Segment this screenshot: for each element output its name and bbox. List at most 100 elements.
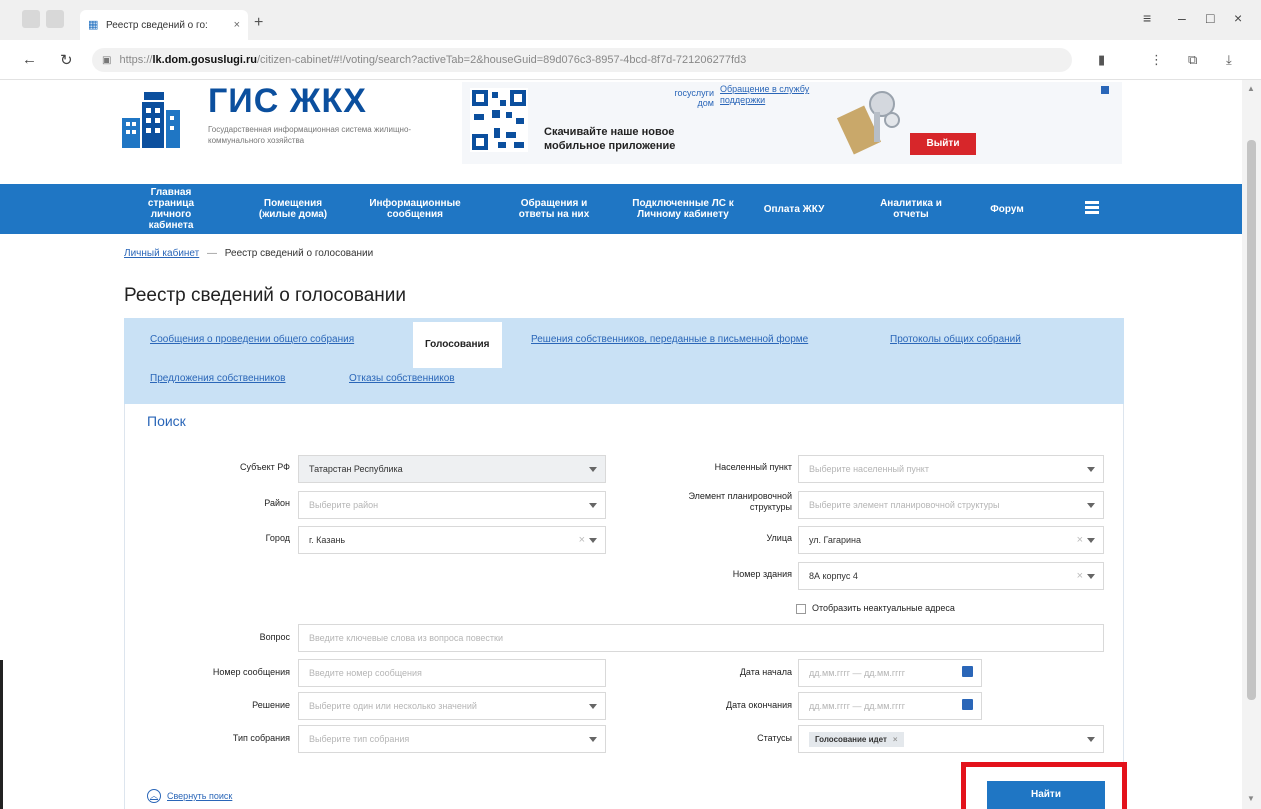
support-link[interactable]: Обращение в службу поддержки — [720, 84, 850, 106]
meeting-type-placeholder: Выберите тип собрания — [309, 734, 410, 744]
remove-chip-icon[interactable]: × — [893, 735, 898, 744]
status-chip-label: Голосование идет — [815, 734, 887, 744]
url-prefix: https:// — [119, 54, 153, 66]
chevron-down-icon — [1087, 737, 1095, 742]
chevron-down-icon — [589, 704, 597, 709]
nav-home[interactable]: Главная страница личного кабинета — [146, 184, 196, 234]
tab-protocols[interactable]: Протоколы общих собраний — [890, 334, 1021, 345]
status-select[interactable]: Голосование идет × — [798, 725, 1104, 753]
collapse-search-link[interactable]: ︿ Свернуть поиск — [147, 789, 232, 803]
msg-number-input[interactable]: Введите номер сообщения — [298, 659, 606, 687]
calendar-icon[interactable] — [962, 666, 973, 677]
planning-select[interactable]: Выберите элемент планировочной структуры — [798, 491, 1104, 519]
decision-select[interactable]: Выберите один или несколько значений — [298, 692, 606, 720]
tab-written-decisions[interactable]: Решения собственников, переданные в пись… — [531, 334, 808, 345]
locality-select[interactable]: Выберите населенный пункт — [798, 455, 1104, 483]
msg-number-label: Номер сообщения — [212, 667, 290, 677]
url-field[interactable]: ▣ https:// lk.dom.gosuslugi.ru /citizen-… — [92, 48, 1072, 72]
breadcrumb-root[interactable]: Личный кабинет — [124, 248, 199, 259]
locality-placeholder: Выберите населенный пункт — [809, 464, 929, 474]
street-label: Улица — [766, 533, 792, 543]
url-path: /citizen-cabinet/#!/voting/search?active… — [257, 54, 747, 66]
show-irrelevant-checkbox[interactable] — [796, 604, 806, 614]
gosuslugi-dom-logo[interactable]: госуслуги дом — [666, 88, 714, 108]
window-edge — [0, 660, 3, 809]
chevron-down-icon — [1087, 574, 1095, 579]
subject-value: Татарстан Республика — [309, 464, 403, 474]
start-date-label: Дата начала — [739, 667, 792, 677]
city-select[interactable]: г. Казань × — [298, 526, 606, 554]
scroll-down-icon[interactable]: ▼ — [1247, 794, 1255, 803]
page-scrollbar[interactable]: ▲ ▼ — [1242, 80, 1261, 809]
close-tab-icon[interactable]: × — [234, 19, 240, 31]
menu-dots-icon[interactable]: ⋮ — [1150, 52, 1163, 68]
start-date-input[interactable]: дд.мм.гггг — дд.мм.гггг — [798, 659, 982, 687]
registry-tabs — [124, 318, 1124, 404]
building-select[interactable]: 8А корпус 4 × — [798, 562, 1104, 590]
scroll-up-icon[interactable]: ▲ — [1247, 84, 1255, 93]
meeting-type-label: Тип собрания — [232, 733, 290, 743]
logout-button[interactable]: Выйти — [910, 133, 976, 155]
nav-analytics[interactable]: Аналитика и отчеты — [866, 184, 956, 234]
tab-owner-refusals[interactable]: Отказы собственников — [349, 373, 455, 384]
tab-actions-icon[interactable] — [22, 10, 40, 28]
close-window-icon[interactable]: × — [1234, 10, 1242, 26]
nav-appeals[interactable]: Обращения и ответы на них — [510, 184, 598, 234]
reader-icon[interactable]: ⧉ — [1188, 52, 1197, 68]
street-value: ул. Гагарина — [809, 535, 862, 545]
meeting-type-select[interactable]: Выберите тип собрания — [298, 725, 606, 753]
building-label: Номер здания — [732, 569, 792, 579]
tabs-list-icon[interactable] — [46, 10, 64, 28]
scroll-thumb[interactable] — [1247, 140, 1256, 700]
clear-icon[interactable]: × — [1077, 570, 1083, 582]
back-icon[interactable]: ← — [22, 51, 37, 68]
nav-connected-accounts[interactable]: Подключенные ЛС к Личному кабинету — [628, 184, 738, 234]
minimize-icon[interactable]: – — [1178, 10, 1186, 26]
end-date-label: Дата окончания — [725, 700, 792, 710]
nav-premises[interactable]: Помещения (жилые дома) — [248, 184, 338, 234]
search-title: Поиск — [147, 413, 186, 429]
new-tab-button[interactable]: + — [254, 14, 263, 32]
reload-icon[interactable]: ↻ — [60, 51, 73, 69]
gis-logo-icon[interactable] — [122, 92, 188, 148]
city-value: г. Казань — [309, 535, 346, 545]
browser-menu-icon[interactable]: ≡ — [1143, 10, 1151, 26]
browser-tabbar: ▦ Реестр сведений о го: × + ≡ – □ × — [0, 0, 1261, 40]
download-icon[interactable]: ⤓ — [1226, 52, 1232, 68]
browser-tab[interactable]: ▦ Реестр сведений о го: × — [80, 10, 248, 40]
end-date-placeholder: дд.мм.гггг — дд.мм.гггг — [809, 701, 906, 711]
tab-owner-proposals[interactable]: Предложения собственников — [150, 373, 286, 384]
tab-meeting-notices[interactable]: Сообщения о проведении общего собрания — [150, 334, 354, 345]
breadcrumb: Личный кабинет — Реестр сведений о голос… — [124, 248, 373, 259]
tab-votings[interactable]: Голосования — [413, 322, 502, 368]
nav-payment[interactable]: Оплата ЖКУ — [762, 184, 826, 234]
show-irrelevant-label[interactable]: Отобразить неактуальные адреса — [812, 603, 955, 613]
maximize-icon[interactable]: □ — [1206, 10, 1214, 26]
nav-info-messages[interactable]: Информационные сообщения — [356, 184, 474, 234]
clear-icon[interactable]: × — [1077, 534, 1083, 546]
browser-tab-title: Реестр сведений о го: — [106, 19, 208, 31]
banner-close-icon[interactable] — [1101, 86, 1109, 94]
planning-placeholder: Выберите элемент планировочной структуры — [809, 500, 1000, 510]
highlight-frame — [961, 762, 1127, 809]
logo-title[interactable]: ГИС ЖКХ — [208, 82, 367, 121]
chevron-up-icon: ︿ — [147, 789, 161, 803]
end-date-input[interactable]: дд.мм.гггг — дд.мм.гггг — [798, 692, 982, 720]
hamburger-menu-icon[interactable] — [1085, 201, 1099, 215]
district-label: Район — [264, 498, 290, 508]
bookmark-icon[interactable]: ▮ — [1098, 52, 1105, 68]
breadcrumb-current: Реестр сведений о голосовании — [224, 248, 374, 259]
question-placeholder: Введите ключевые слова из вопроса повест… — [309, 633, 504, 643]
calendar-icon[interactable] — [962, 699, 973, 710]
question-label: Вопрос — [259, 632, 290, 642]
msg-number-placeholder: Введите номер сообщения — [309, 668, 422, 678]
question-input[interactable]: Введите ключевые слова из вопроса повест… — [298, 624, 1104, 652]
logo-subtitle: Государственная информационная система ж… — [208, 125, 412, 145]
subject-select[interactable]: Татарстан Республика — [298, 455, 606, 483]
district-select[interactable]: Выберите район — [298, 491, 606, 519]
clear-icon[interactable]: × — [579, 534, 585, 546]
decision-placeholder: Выберите один или несколько значений — [309, 701, 477, 711]
collapse-search-label: Свернуть поиск — [167, 791, 233, 801]
street-select[interactable]: ул. Гагарина × — [798, 526, 1104, 554]
nav-forum[interactable]: Форум — [982, 184, 1032, 234]
